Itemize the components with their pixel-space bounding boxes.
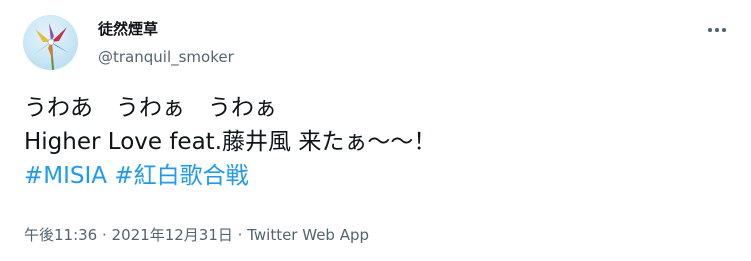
display-name[interactable]: 徒然煙草 xyxy=(98,19,234,41)
hashtag-line: #MISIA #紅白歌合戦 xyxy=(24,159,436,193)
author-block: 徒然煙草 @tranquil_smoker xyxy=(98,19,234,67)
tweet-meta: 午後11:36 · 2021年12月31日 · Twitter Web App xyxy=(24,225,369,245)
tweet-text-line: うわあ うわぁ うわぁ xyxy=(24,95,277,121)
meta-separator: · xyxy=(232,226,248,244)
hashtag-link[interactable]: #紅白歌合戦 xyxy=(114,163,248,189)
avatar[interactable] xyxy=(23,15,78,70)
tweet-text: うわあ うわぁ うわぁ Higher Love feat.藤井風 来たぁ〜〜！ … xyxy=(24,91,436,193)
more-options-button[interactable] xyxy=(700,17,734,43)
user-handle[interactable]: @tranquil_smoker xyxy=(98,47,234,67)
pinwheel-icon xyxy=(33,23,69,70)
more-dot-icon xyxy=(715,28,719,32)
hashtag-link[interactable]: #MISIA xyxy=(24,163,107,189)
more-dot-icon xyxy=(722,28,726,32)
tweet-text-line: Higher Love feat.藤井風 来たぁ〜〜！ xyxy=(24,129,437,155)
tweet-card: 徒然煙草 @tranquil_smoker うわあ うわぁ うわぁ Higher… xyxy=(0,0,751,261)
source-link[interactable]: Twitter Web App xyxy=(247,226,369,244)
more-dot-icon xyxy=(708,28,712,32)
timestamp-link[interactable]: 午後11:36 · 2021年12月31日 xyxy=(24,226,233,244)
